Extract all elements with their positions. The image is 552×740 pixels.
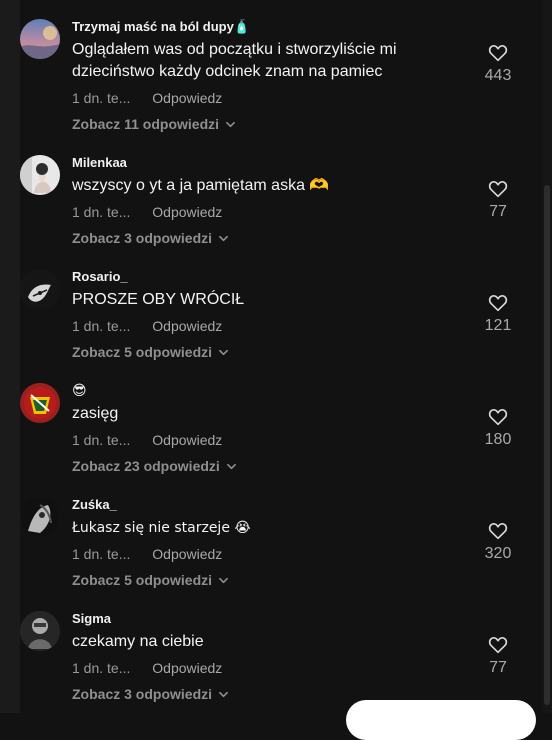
hand-avatar[interactable] [20, 269, 60, 309]
comment-meta: 1 dn. te... Odpowiedz [72, 317, 452, 335]
username[interactable]: Sigma [72, 611, 452, 627]
chevron-down-icon [219, 235, 228, 241]
comment-time: 1 dn. te... [72, 318, 131, 334]
view-replies-button[interactable]: Zobacz 23 odpowiedzi [72, 457, 236, 475]
comment-item: Rosario_ PROSZE OBY WRÓCIŁ 1 dn. te... O… [20, 269, 525, 379]
bottom-pill-button[interactable] [346, 700, 536, 740]
view-replies-label: Zobacz 23 odpowiedzi [72, 458, 220, 474]
reply-button[interactable]: Odpowiedz [152, 660, 222, 676]
comment-time: 1 dn. te... [72, 660, 131, 676]
sunset-avatar[interactable] [20, 19, 60, 59]
comment-time: 1 dn. te... [72, 90, 131, 106]
like-control[interactable]: 180 [478, 406, 518, 450]
username[interactable]: Zuśka_ [72, 497, 452, 513]
view-replies-label: Zobacz 5 odpowiedzi [72, 572, 213, 588]
left-panel-edge [0, 0, 20, 713]
crest-avatar[interactable] [20, 383, 60, 423]
comment-text: zasięg [72, 405, 119, 422]
heart-icon[interactable] [487, 634, 509, 656]
view-replies-button[interactable]: Zobacz 3 odpowiedzi [72, 229, 228, 247]
chevron-down-icon [219, 577, 228, 583]
reply-button[interactable]: Odpowiedz [152, 432, 222, 448]
comment-meta: 1 dn. te... Odpowiedz [72, 203, 452, 221]
comment-meta: 1 dn. te... Odpowiedz [72, 89, 452, 107]
username[interactable]: Trzymaj maść na ból dupy🧴 [72, 19, 452, 35]
scrollbar-track[interactable] [542, 0, 552, 713]
comment-item: Trzymaj maść na ból dupy🧴 Oglądałem was … [20, 19, 525, 132]
comment-text: PROSZE OBY WRÓCIŁ [72, 291, 245, 308]
comment-time: 1 dn. te... [72, 432, 131, 448]
like-control[interactable]: 77 [478, 634, 518, 678]
chevron-down-icon [226, 121, 235, 127]
like-control[interactable]: 320 [478, 520, 518, 564]
comment-time: 1 dn. te... [72, 546, 131, 562]
view-replies-button[interactable]: Zobacz 3 odpowiedzi [72, 685, 228, 703]
like-count: 443 [484, 67, 512, 84]
comment-meta: 1 dn. te... Odpowiedz [72, 431, 452, 449]
like-count: 320 [484, 545, 512, 562]
comment-item: 😎 zasięg 1 dn. te... Odpowiedz Zobacz 23… [20, 383, 525, 493]
username[interactable]: Milenkaa [72, 155, 452, 171]
comment-text: Oglądałem was od początku i stworzyliści… [72, 41, 397, 80]
heart-icon[interactable] [487, 406, 509, 428]
chevron-down-icon [219, 349, 228, 355]
view-replies-button[interactable]: Zobacz 11 odpowiedzi [72, 115, 235, 133]
like-control[interactable]: 443 [478, 42, 518, 86]
reply-button[interactable]: Odpowiedz [152, 90, 222, 106]
comment-meta: 1 dn. te... Odpowiedz [72, 659, 452, 677]
view-replies-label: Zobacz 5 odpowiedzi [72, 344, 213, 360]
like-count: 180 [484, 431, 512, 448]
comment-item: Milenkaa wszyscy o yt a ja pamiętam aska… [20, 155, 525, 265]
comment-text: czekamy na ciebie [72, 633, 204, 650]
reply-button[interactable]: Odpowiedz [152, 546, 222, 562]
view-replies-label: Zobacz 3 odpowiedzi [72, 686, 213, 702]
like-control[interactable]: 77 [478, 178, 518, 222]
grayscale-portrait-avatar[interactable] [20, 611, 60, 651]
like-control[interactable]: 121 [478, 292, 518, 336]
heart-icon[interactable] [487, 292, 509, 314]
comment-item: Zuśka_ Łukasz się nie starzeje 😭 1 dn. t… [20, 497, 525, 607]
like-count: 77 [489, 203, 507, 220]
like-count: 121 [484, 317, 512, 334]
view-replies-button[interactable]: Zobacz 5 odpowiedzi [72, 571, 228, 589]
comment-text: Łukasz się nie starzeje 😭 [72, 520, 251, 536]
comment-text: wszyscy o yt a ja pamiętam aska 🫶 [72, 177, 330, 194]
comment-meta: 1 dn. te... Odpowiedz [72, 545, 452, 563]
heart-icon[interactable] [487, 178, 509, 200]
view-replies-label: Zobacz 11 odpowiedzi [72, 116, 220, 132]
view-replies-label: Zobacz 3 odpowiedzi [72, 230, 213, 246]
reply-button[interactable]: Odpowiedz [152, 318, 222, 334]
heart-icon[interactable] [487, 42, 509, 64]
username[interactable]: Rosario_ [72, 269, 452, 285]
like-count: 77 [489, 659, 507, 676]
reply-button[interactable]: Odpowiedz [152, 204, 222, 220]
dark-portrait-avatar[interactable] [20, 497, 60, 537]
chevron-down-icon [219, 691, 228, 697]
view-replies-button[interactable]: Zobacz 5 odpowiedzi [72, 343, 228, 361]
comment-time: 1 dn. te... [72, 204, 131, 220]
scrollbar-thumb[interactable] [544, 185, 550, 705]
heart-icon[interactable] [487, 520, 509, 542]
chevron-down-icon [226, 463, 236, 469]
person-avatar[interactable] [20, 155, 60, 195]
username[interactable]: 😎 [72, 383, 452, 399]
